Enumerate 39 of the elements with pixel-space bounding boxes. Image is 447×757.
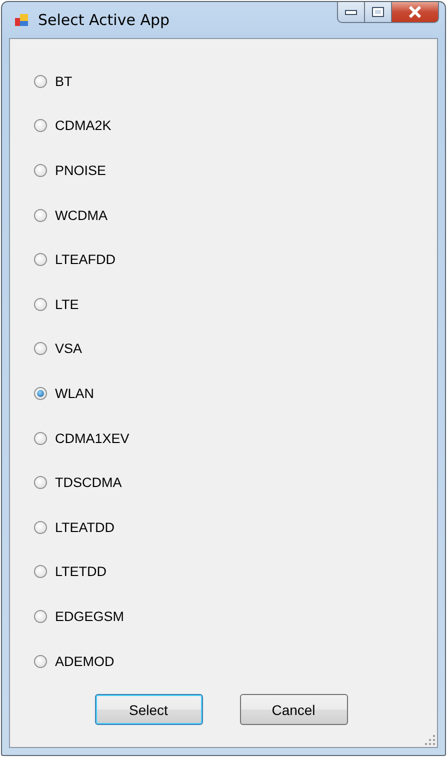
select-button[interactable]: Select: [94, 694, 202, 726]
option-label[interactable]: BT: [55, 74, 72, 89]
close-icon: [408, 6, 422, 18]
maximize-icon: [372, 7, 384, 17]
radio-button[interactable]: [34, 565, 47, 578]
radio-button[interactable]: [34, 432, 47, 445]
app-icon: [14, 12, 30, 28]
option-label[interactable]: CDMA1XEV: [55, 430, 130, 446]
radio-button[interactable]: [34, 386, 47, 400]
close-button[interactable]: [392, 2, 439, 23]
radio-button[interactable]: [34, 298, 47, 311]
radio-button[interactable]: [34, 119, 47, 132]
radio-button[interactable]: [34, 74, 47, 88]
option-label[interactable]: LTE: [55, 296, 79, 312]
minimize-button[interactable]: [337, 2, 365, 23]
radio-button[interactable]: [34, 164, 47, 177]
radio-button[interactable]: [34, 610, 47, 623]
option-label[interactable]: EDGEGSM: [55, 608, 124, 624]
radio-button[interactable]: [34, 208, 47, 222]
minimize-icon: [345, 10, 357, 14]
option-label[interactable]: LTEATDD: [55, 520, 115, 535]
radio-button[interactable]: [34, 654, 47, 668]
option-label[interactable]: LTETDD: [55, 564, 107, 580]
radio-button[interactable]: [34, 476, 47, 490]
cancel-button[interactable]: Cancel: [240, 694, 348, 726]
option-label[interactable]: WCDMA: [55, 208, 108, 223]
option-label[interactable]: LTEAFDD: [55, 252, 116, 268]
option-label[interactable]: TDSCDMA: [55, 475, 122, 490]
maximize-button[interactable]: [365, 2, 392, 23]
resize-grip-icon[interactable]: [425, 735, 435, 745]
radio-button[interactable]: [34, 520, 47, 534]
radio-button[interactable]: [34, 253, 47, 266]
option-label[interactable]: CDMA2K: [55, 118, 112, 134]
option-label[interactable]: PNOISE: [55, 162, 106, 178]
option-label[interactable]: WLAN: [55, 386, 94, 401]
option-label[interactable]: ADEMOD: [55, 654, 114, 669]
option-label[interactable]: VSA: [55, 341, 82, 356]
window-title: Select Active App: [38, 11, 170, 29]
radio-button[interactable]: [34, 342, 47, 356]
